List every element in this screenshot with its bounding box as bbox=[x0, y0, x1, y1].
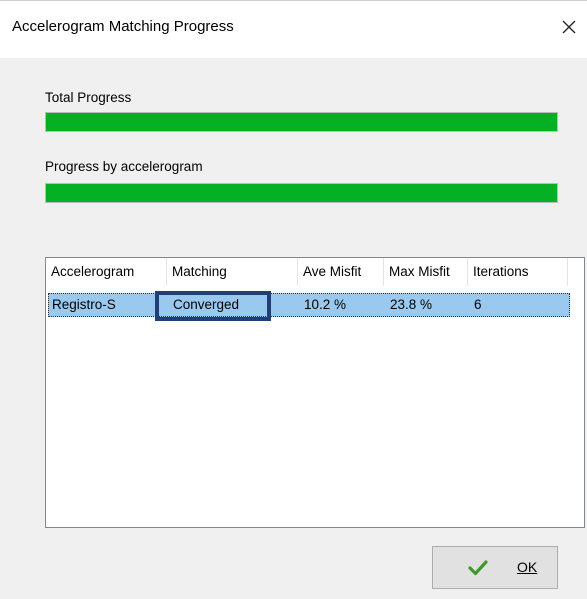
column-header-accelerogram[interactable]: Accelerogram bbox=[46, 258, 167, 286]
cell-max-misfit: 23.8 % bbox=[390, 297, 433, 312]
accelerogram-progress-label: Progress by accelerogram bbox=[45, 159, 203, 174]
accelerogram-progress-bar bbox=[45, 183, 558, 203]
column-header-max-misfit[interactable]: Max Misfit bbox=[384, 258, 468, 286]
window-top-border bbox=[0, 0, 587, 1]
window-title: Accelerogram Matching Progress bbox=[12, 18, 234, 35]
cell-accelerogram: Registro-S bbox=[52, 297, 116, 312]
cell-ave-misfit: 10.2 % bbox=[304, 297, 347, 312]
checkmark-icon bbox=[468, 560, 488, 576]
ok-button-label: OK bbox=[517, 559, 538, 575]
accelerogram-progress-fill bbox=[46, 184, 557, 202]
total-progress-label: Total Progress bbox=[45, 90, 132, 105]
ok-button[interactable]: OK bbox=[432, 546, 558, 589]
close-icon[interactable] bbox=[556, 14, 582, 40]
close-button[interactable] bbox=[556, 14, 582, 40]
converged-highlight-box bbox=[155, 291, 271, 321]
total-progress-fill bbox=[46, 113, 557, 131]
column-header-ave-misfit[interactable]: Ave Misfit bbox=[298, 258, 384, 286]
table-row[interactable]: Registro-S Converged 10.2 % 23.8 % 6 bbox=[48, 293, 570, 317]
cell-iterations: 6 bbox=[474, 297, 482, 312]
column-header-iterations[interactable]: Iterations bbox=[468, 258, 568, 286]
title-bar: Accelerogram Matching Progress bbox=[0, 0, 587, 58]
total-progress-bar bbox=[45, 112, 558, 132]
list-header: Accelerogram Matching Ave Misfit Max Mis… bbox=[46, 258, 584, 286]
column-header-matching[interactable]: Matching bbox=[167, 258, 298, 286]
results-list[interactable]: Accelerogram Matching Ave Misfit Max Mis… bbox=[45, 257, 585, 528]
